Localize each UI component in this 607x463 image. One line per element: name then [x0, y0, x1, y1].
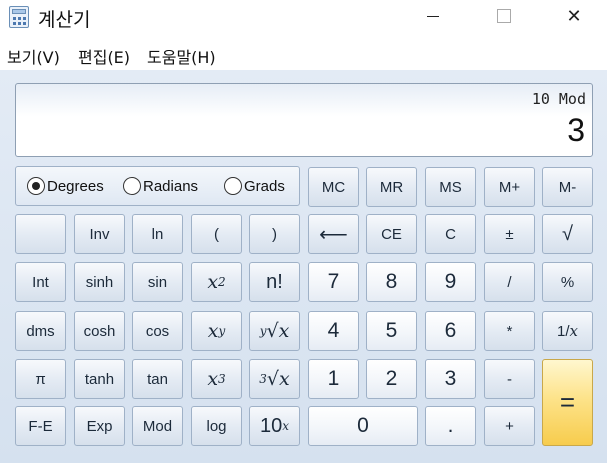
multiply-button[interactable]: * [484, 311, 535, 351]
base-label: x [278, 320, 290, 342]
minimize-icon [427, 15, 439, 17]
decimal-button[interactable]: . [425, 406, 476, 446]
base-label: x [207, 368, 219, 390]
root-sign-icon: √ [266, 320, 279, 342]
digit-2-button[interactable]: 2 [366, 359, 417, 399]
display-expression: 10 Mod [531, 90, 586, 108]
radio-radians-label: Radians [143, 177, 199, 195]
calculator-icon [9, 6, 29, 28]
reciprocal-prefix-label: 1/ [557, 322, 570, 340]
ms-button[interactable]: MS [425, 167, 476, 207]
radio-grads-label: Grads [244, 177, 285, 195]
sqrt-button[interactable]: √ [542, 214, 593, 254]
plus-minus-button[interactable]: ± [484, 214, 535, 254]
digit-6-button[interactable]: 6 [425, 311, 476, 351]
mr-button[interactable]: MR [366, 167, 417, 207]
cube-button[interactable]: x3 [191, 359, 242, 399]
radio-unselected-icon [224, 177, 242, 195]
fe-button[interactable]: F-E [15, 406, 66, 446]
radio-unselected-icon [123, 177, 141, 195]
c-button[interactable]: C [425, 214, 476, 254]
yroot-button[interactable]: y √ x [249, 311, 300, 351]
display: 10 Mod 3 [15, 83, 593, 157]
radio-degrees[interactable]: Degrees [27, 177, 104, 195]
sin-button[interactable]: sin [132, 262, 183, 302]
window-title: 계산기 [38, 9, 91, 31]
m-minus-button[interactable]: M- [542, 167, 593, 207]
digit-8-button[interactable]: 8 [366, 262, 417, 302]
close-icon: ✕ [566, 5, 582, 27]
reciprocal-button[interactable]: 1/x [542, 311, 593, 351]
pi-button[interactable]: π [15, 359, 66, 399]
backspace-button[interactable]: ⟵ [308, 214, 359, 254]
square-button[interactable]: x2 [191, 262, 242, 302]
tanh-button[interactable]: tanh [74, 359, 125, 399]
maximize-icon [497, 9, 511, 23]
ten-power-button[interactable]: 10 x [249, 406, 300, 446]
ce-button[interactable]: CE [366, 214, 417, 254]
menu-help[interactable]: 도움말(H) [147, 44, 216, 68]
angle-mode-group: Degrees Radians Grads [15, 166, 300, 206]
equals-button[interactable]: = [542, 359, 593, 446]
divide-button[interactable]: / [484, 262, 535, 302]
menu-edit[interactable]: 편집(E) [78, 44, 130, 68]
minimize-button[interactable] [410, 0, 456, 32]
close-button[interactable]: ✕ [551, 0, 597, 32]
ln-button[interactable]: ln [132, 214, 183, 254]
digit-9-button[interactable]: 9 [425, 262, 476, 302]
base-label: 10 [259, 414, 283, 437]
mc-button[interactable]: MC [308, 167, 359, 207]
radio-degrees-label: Degrees [47, 177, 104, 195]
exp-button[interactable]: Exp [74, 406, 125, 446]
plus-button[interactable]: + [484, 406, 535, 446]
backspace-icon: ⟵ [319, 223, 348, 246]
base-label: x [207, 320, 219, 342]
tan-button[interactable]: tan [132, 359, 183, 399]
dms-button[interactable]: dms [15, 311, 66, 351]
base-label: x [207, 271, 219, 293]
base-label: x [569, 322, 578, 340]
display-value: 3 [567, 112, 585, 148]
title-bar: 계산기 ✕ [0, 0, 607, 36]
digit-0-button[interactable]: 0 [308, 406, 418, 446]
sinh-button[interactable]: sinh [74, 262, 125, 302]
factorial-button[interactable]: n! [249, 262, 300, 302]
digit-4-button[interactable]: 4 [308, 311, 359, 351]
radio-grads[interactable]: Grads [224, 177, 285, 195]
menu-view[interactable]: 보기(V) [7, 44, 60, 68]
right-paren-button[interactable]: ) [249, 214, 300, 254]
cosh-button[interactable]: cosh [74, 311, 125, 351]
minus-button[interactable]: - [484, 359, 535, 399]
m-plus-button[interactable]: M+ [484, 167, 535, 207]
inv-button[interactable]: Inv [74, 214, 125, 254]
radio-radians[interactable]: Radians [123, 177, 198, 195]
digit-7-button[interactable]: 7 [308, 262, 359, 302]
log-button[interactable]: log [191, 406, 242, 446]
menu-bar: 보기(V) 편집(E) 도움말(H) [0, 36, 607, 70]
base-label: x [279, 368, 290, 390]
int-button[interactable]: Int [15, 262, 66, 302]
maximize-button[interactable] [481, 0, 527, 32]
power-button[interactable]: xy [191, 311, 242, 351]
digit-3-button[interactable]: 3 [425, 359, 476, 399]
blank-button [15, 214, 66, 254]
mod-button[interactable]: Mod [132, 406, 183, 446]
digit-5-button[interactable]: 5 [366, 311, 417, 351]
cos-button[interactable]: cos [132, 311, 183, 351]
percent-button[interactable]: % [542, 262, 593, 302]
left-paren-button[interactable]: ( [191, 214, 242, 254]
cuberoot-button[interactable]: 3 √ x [249, 359, 300, 399]
radio-selected-icon [27, 177, 45, 195]
digit-1-button[interactable]: 1 [308, 359, 359, 399]
root-sign-icon: √ [266, 368, 280, 390]
